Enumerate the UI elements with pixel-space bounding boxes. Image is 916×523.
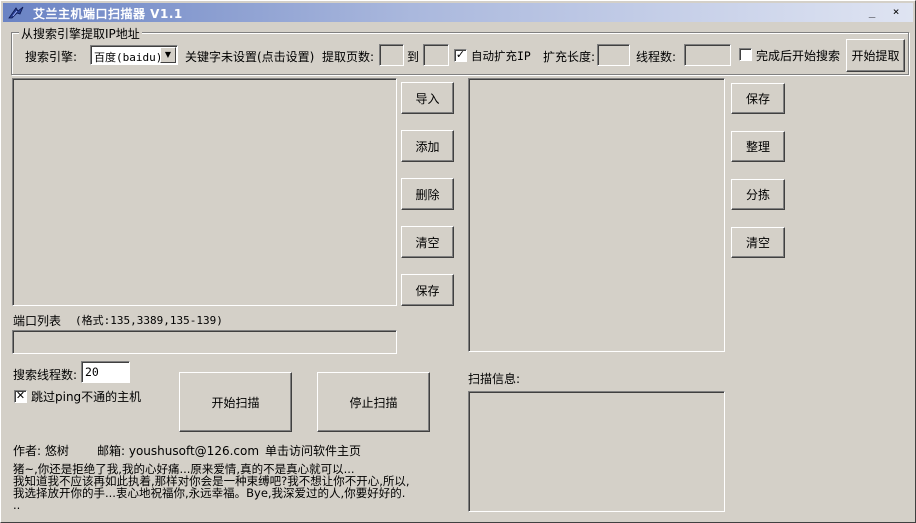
message-text: 猪~,你还是拒绝了我,我的心好痛...原来爱情,真的不是真心就可以... 我知道… xyxy=(13,463,463,511)
email-text: 邮箱: youshusoft@126.com xyxy=(97,444,260,458)
to-label: 到 xyxy=(407,50,420,64)
pages-label: 提取页数: xyxy=(322,50,375,64)
scan-threads-label: 搜索线程数: xyxy=(13,368,78,382)
keyword-setting-link[interactable]: 关键字未设置(点击设置) xyxy=(185,48,314,65)
result-list-box[interactable] xyxy=(468,78,725,352)
port-format-hint: (格式:135,3389,135-139) xyxy=(75,314,223,327)
scan-info-label: 扫描信息: xyxy=(468,372,521,386)
pages-from-input[interactable] xyxy=(379,44,404,66)
expand-length-label: 扩充长度: xyxy=(543,50,596,64)
message-line: .. xyxy=(13,498,21,512)
stop-scan-button[interactable]: 停止扫描 xyxy=(317,372,430,432)
threads-label: 线程数: xyxy=(636,50,677,64)
clear-left-button[interactable]: 清空 xyxy=(401,226,454,258)
threads-input[interactable] xyxy=(684,44,731,66)
skip-ping-checkbox[interactable]: ✕ xyxy=(14,390,27,403)
window-title: 艾兰主机端口扫描器 V1.1 xyxy=(33,7,183,21)
organize-button[interactable]: 整理 xyxy=(731,131,785,162)
auto-expand-checkbox[interactable]: ✓ xyxy=(454,49,467,62)
chevron-down-icon[interactable]: ▼ xyxy=(160,47,176,63)
app-icon xyxy=(8,6,24,19)
main-window: 艾兰主机端口扫描器 V1.1 _ × 从搜索引擎提取IP地址 搜索引擎: 百度(… xyxy=(0,0,916,523)
auto-expand-label: 自动扩充IP xyxy=(471,49,531,63)
save-right-button[interactable]: 保存 xyxy=(731,83,785,114)
clear-right-button[interactable]: 清空 xyxy=(731,227,785,258)
skip-ping-label: 跳过ping不通的主机 xyxy=(31,390,142,404)
engine-label: 搜索引擎: xyxy=(25,50,78,64)
delete-button[interactable]: 删除 xyxy=(401,178,454,210)
engine-select[interactable]: 百度(baidu) ▼ xyxy=(90,45,178,65)
port-list-label: 端口列表 xyxy=(13,314,62,328)
scan-info-box[interactable] xyxy=(468,391,725,512)
search-group-title: 从搜索引擎提取IP地址 xyxy=(19,25,142,42)
engine-selected-value: 百度(baidu) xyxy=(94,51,163,64)
homepage-link[interactable]: 单击访问软件主页 xyxy=(265,442,361,459)
pages-to-input[interactable] xyxy=(423,44,449,66)
start-after-checkbox[interactable] xyxy=(739,48,752,61)
scan-threads-input[interactable]: 20 xyxy=(81,361,130,383)
author-text: 作者: 悠树 xyxy=(13,444,69,458)
message-line: 我选择放开你的手...衷心地祝福你,永远幸福。Bye,我深爱过的人,你要好好的. xyxy=(13,486,406,500)
title-bar[interactable]: 艾兰主机端口扫描器 V1.1 _ × xyxy=(3,3,913,22)
add-button[interactable]: 添加 xyxy=(401,130,454,162)
port-list-input[interactable] xyxy=(12,330,397,354)
save-left-button[interactable]: 保存 xyxy=(401,274,454,306)
start-scan-button[interactable]: 开始扫描 xyxy=(179,372,292,432)
start-after-label: 完成后开始搜索 xyxy=(756,49,841,63)
sort-button[interactable]: 分拣 xyxy=(731,179,785,210)
minimize-icon[interactable]: _ xyxy=(865,6,879,19)
ip-list-box[interactable] xyxy=(12,78,397,306)
close-icon[interactable]: × xyxy=(889,6,903,19)
expand-length-input[interactable] xyxy=(597,44,630,66)
start-extract-button[interactable]: 开始提取 xyxy=(846,39,905,72)
import-button[interactable]: 导入 xyxy=(401,82,454,114)
